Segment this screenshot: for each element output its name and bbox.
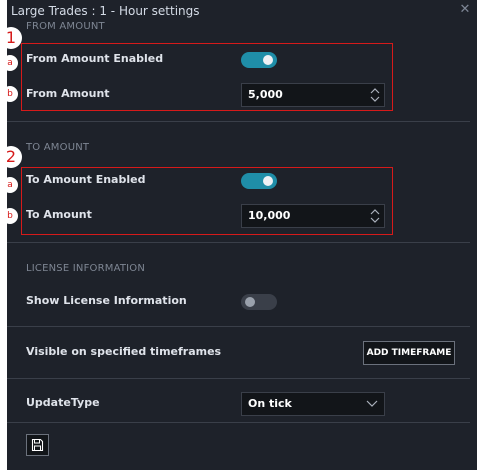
divider — [7, 378, 470, 379]
annotation-badge-1: 1 — [0, 27, 22, 49]
update-type-value: On tick — [248, 397, 292, 410]
annotation-badge-1b: b — [2, 86, 18, 102]
divider — [7, 422, 470, 423]
save-icon — [31, 438, 44, 452]
section-title-from-amount: FROM AMOUNT — [26, 21, 105, 32]
chevron-down-icon — [366, 400, 378, 407]
annotation-box-from-amount — [21, 43, 393, 111]
show-license-label: Show License Information — [26, 294, 187, 307]
toggle-knob — [245, 297, 255, 307]
annotation-badge-2: 2 — [0, 146, 22, 168]
add-timeframe-button[interactable]: ADD TIMEFRAME — [363, 341, 455, 365]
section-title-license: LICENSE INFORMATION — [26, 263, 146, 274]
show-license-toggle[interactable] — [241, 294, 277, 310]
divider — [7, 121, 470, 122]
annotation-badge-2b: b — [2, 208, 18, 224]
update-type-label: UpdateType — [26, 396, 100, 409]
section-title-to-amount: TO AMOUNT — [26, 142, 90, 153]
annotation-badge-2a: a — [2, 177, 18, 193]
window-title: Large Trades : 1 - Hour settings — [11, 4, 200, 18]
update-type-select[interactable]: On tick — [241, 392, 385, 416]
timeframes-label: Visible on specified timeframes — [26, 345, 222, 358]
annotation-box-to-amount — [21, 167, 393, 235]
save-button[interactable] — [26, 434, 49, 456]
divider — [7, 242, 470, 243]
close-icon[interactable]: ✕ — [459, 3, 471, 17]
divider — [7, 326, 470, 327]
annotation-badge-1a: a — [2, 55, 18, 71]
